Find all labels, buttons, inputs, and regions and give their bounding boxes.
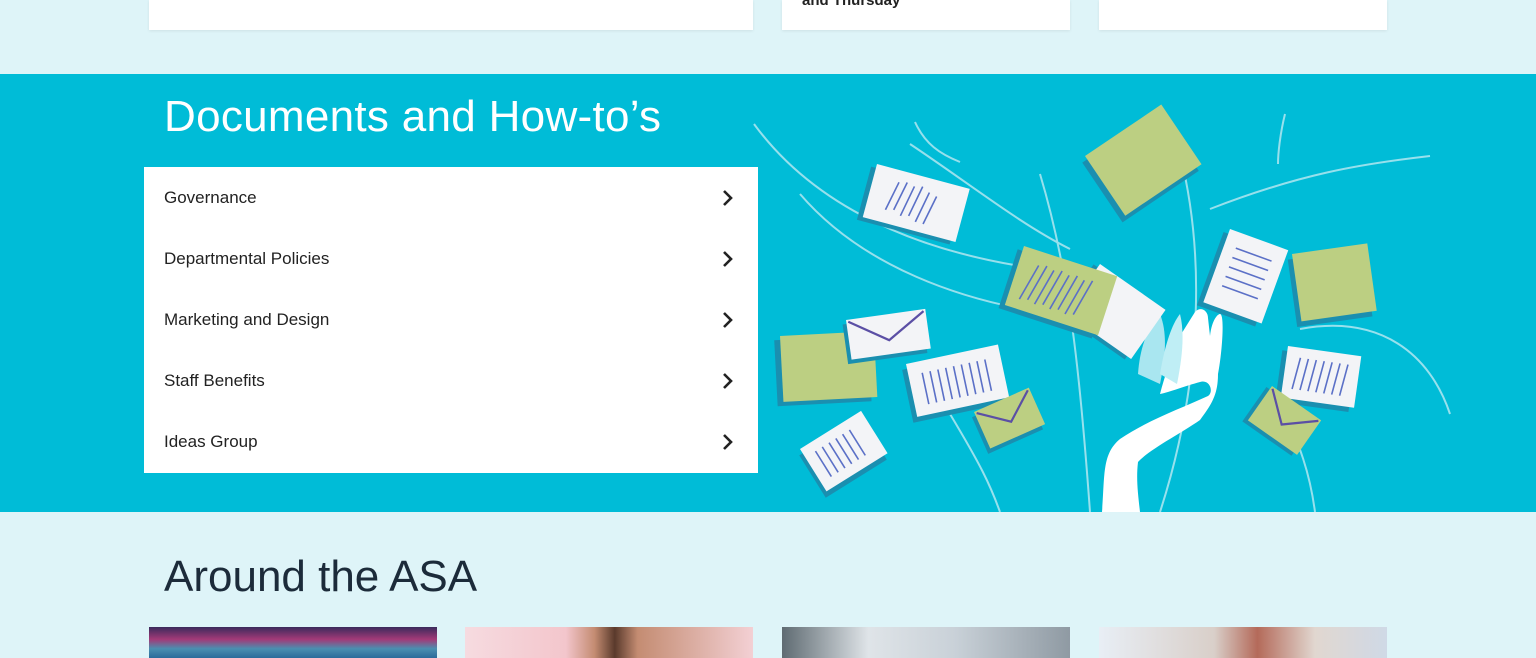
menu-item-label: Departmental Policies xyxy=(164,248,330,268)
news-thumbnail[interactable] xyxy=(465,627,753,658)
chevron-right-icon xyxy=(723,433,733,450)
chevron-right-icon xyxy=(723,372,733,389)
documents-section: Documents and How-to’s Governance Depart… xyxy=(0,74,1536,512)
menu-item-label: Staff Benefits xyxy=(164,370,265,390)
info-card[interactable]: and Thursday xyxy=(782,0,1070,30)
news-thumbnail[interactable] xyxy=(149,627,437,658)
documents-illustration xyxy=(753,104,1451,512)
menu-item-label: Governance xyxy=(164,187,257,207)
section-title: Around the ASA xyxy=(164,552,478,601)
top-cards-band: and Thursday xyxy=(0,0,1536,74)
info-card[interactable] xyxy=(149,0,753,30)
menu-item-ideas-group[interactable]: Ideas Group xyxy=(144,411,758,472)
menu-item-governance[interactable]: Governance xyxy=(144,167,758,228)
card-text: and Thursday xyxy=(802,0,901,9)
section-title: Documents and How-to’s xyxy=(164,92,662,141)
menu-item-label: Marketing and Design xyxy=(164,309,330,329)
documents-menu: Governance Departmental Policies Marketi… xyxy=(144,167,758,473)
chevron-right-icon xyxy=(723,189,733,206)
chevron-right-icon xyxy=(723,250,733,267)
menu-item-marketing-and-design[interactable]: Marketing and Design xyxy=(144,289,758,350)
info-card[interactable] xyxy=(1099,0,1387,30)
menu-item-staff-benefits[interactable]: Staff Benefits xyxy=(144,350,758,411)
news-thumbnail[interactable] xyxy=(782,627,1070,658)
chevron-right-icon xyxy=(723,311,733,328)
menu-item-departmental-policies[interactable]: Departmental Policies xyxy=(144,228,758,289)
menu-item-label: Ideas Group xyxy=(164,431,258,451)
news-thumbnail[interactable] xyxy=(1099,627,1387,658)
